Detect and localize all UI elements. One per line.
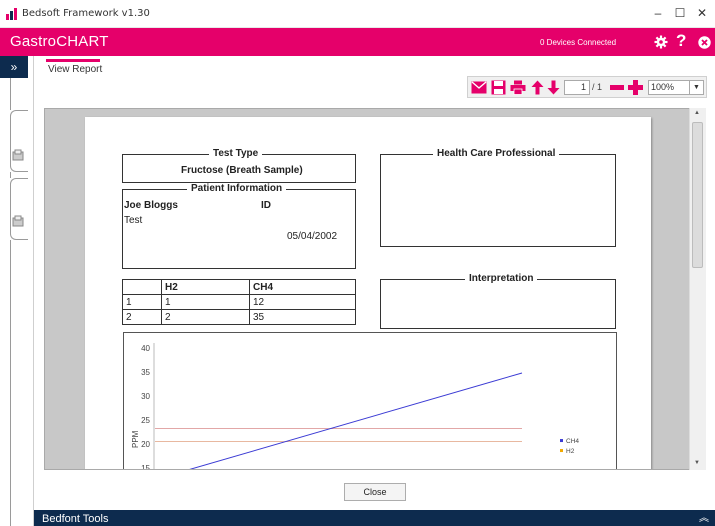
maximize-button[interactable]: ☐ xyxy=(669,4,691,22)
report-viewer[interactable]: Test Type Fructose (Breath Sample) Patie… xyxy=(44,108,706,470)
patient-date: 05/04/2002 xyxy=(287,231,338,242)
arrow-up-icon[interactable] xyxy=(531,80,544,95)
app-logo-icon xyxy=(6,8,17,20)
scroll-up-icon[interactable]: ▲ xyxy=(694,110,700,116)
report-page: Test Type Fructose (Breath Sample) Patie… xyxy=(85,117,651,470)
close-circle-icon[interactable] xyxy=(698,36,711,49)
tab-view-report[interactable]: View Report xyxy=(48,64,102,75)
print-icon[interactable] xyxy=(510,80,526,95)
table-row: 1 1 12 xyxy=(122,294,356,310)
arrow-down-icon[interactable] xyxy=(547,80,560,95)
chart-container: 40 35 30 25 20 15 PPM CH4 H2 xyxy=(123,332,617,470)
table-header-cell xyxy=(122,279,162,295)
health-care-professional-box: Health Care Professional xyxy=(380,148,616,247)
rail-divider xyxy=(10,78,11,110)
rail-tab-1[interactable] xyxy=(10,110,28,172)
table-header-cell: CH4 xyxy=(249,279,356,295)
series-line-ch4 xyxy=(189,372,523,469)
hcp-legend: Health Care Professional xyxy=(433,148,560,159)
patient-extra: Test xyxy=(124,215,143,226)
active-tab-indicator xyxy=(46,59,100,62)
table-cell: 2 xyxy=(161,309,250,325)
zoom-in-icon[interactable] xyxy=(628,80,643,95)
settings-gear-icon[interactable] xyxy=(654,35,668,49)
table-cell: 12 xyxy=(249,294,356,310)
report-icon xyxy=(12,149,24,161)
devices-status: 0 Devices Connected xyxy=(540,38,617,47)
legend-marker xyxy=(560,449,563,453)
results-table: H2 CH4 1 1 12 2 2 35 xyxy=(122,279,356,325)
zoom-out-icon[interactable] xyxy=(610,85,624,90)
chevron-up-icon[interactable]: ︽ xyxy=(699,510,709,526)
chevron-down-icon[interactable]: ▼ xyxy=(689,81,703,94)
y-tick-label: 20 xyxy=(141,440,150,449)
page-number-input[interactable]: 1 xyxy=(564,80,590,95)
vertical-scrollbar[interactable]: ▲ ▼ xyxy=(689,108,706,470)
close-window-button[interactable]: ✕ xyxy=(691,4,713,22)
table-cell: 1 xyxy=(122,294,162,310)
rail-tab-2[interactable] xyxy=(10,178,28,240)
test-type-box: Test Type Fructose (Breath Sample) xyxy=(122,148,356,183)
table-cell: 2 xyxy=(122,309,162,325)
y-tick-label: 15 xyxy=(141,464,150,470)
expand-sidebar-button[interactable]: » xyxy=(0,56,28,78)
app-header: GastroCHART 0 Devices Connected ? xyxy=(0,28,715,56)
window-titlebar: Bedsoft Framework v1.30 – ☐ ✕ xyxy=(0,0,715,28)
y-tick-label: 40 xyxy=(141,344,150,353)
tools-label: Bedfont Tools xyxy=(42,513,109,525)
table-row: 2 2 35 xyxy=(122,309,356,325)
y-tick-label: 30 xyxy=(141,392,150,401)
zoom-select[interactable]: 100% ▼ xyxy=(648,80,704,95)
help-icon[interactable]: ? xyxy=(676,31,686,51)
legend-marker xyxy=(560,439,563,443)
report-toolbar: 1 / 1 100% ▼ xyxy=(467,76,707,98)
interpretation-legend: Interpretation xyxy=(465,273,538,284)
save-icon[interactable] xyxy=(491,80,506,95)
page-total: / 1 xyxy=(592,82,603,92)
left-rail: » xyxy=(0,56,34,526)
patient-info-legend: Patient Information xyxy=(187,183,287,194)
table-cell: 1 xyxy=(161,294,250,310)
test-type-value: Fructose (Breath Sample) xyxy=(181,165,303,176)
report-icon xyxy=(12,215,24,227)
y-axis-label: PPM xyxy=(131,430,140,448)
y-tick-label: 25 xyxy=(141,416,150,425)
test-type-legend: Test Type xyxy=(209,148,263,159)
minimize-button[interactable]: – xyxy=(647,4,669,22)
patient-name: Joe Bloggs xyxy=(124,200,178,211)
bedfont-tools-bar[interactable]: Bedfont Tools ︽ xyxy=(34,510,715,526)
email-icon[interactable] xyxy=(471,81,487,94)
table-header-cell: H2 xyxy=(161,279,250,295)
legend-label: H2 xyxy=(566,448,575,455)
window-title: Bedsoft Framework v1.30 xyxy=(22,8,150,19)
y-tick-label: 35 xyxy=(141,368,150,377)
legend-label: CH4 xyxy=(566,438,579,445)
interpretation-box: Interpretation xyxy=(380,273,616,329)
zoom-value: 100% xyxy=(651,82,675,92)
table-header-row: H2 CH4 xyxy=(122,279,356,295)
scrollbar-thumb[interactable] xyxy=(692,122,703,268)
rail-divider xyxy=(10,172,11,178)
ppm-chart: 40 35 30 25 20 15 PPM CH4 H2 xyxy=(131,343,579,470)
rail-divider xyxy=(10,240,11,526)
patient-info-box: Patient Information Joe Bloggs ID Test 0… xyxy=(122,183,356,269)
app-name: GastroCHART xyxy=(10,33,109,50)
app-window: Bedsoft Framework v1.30 – ☐ ✕ GastroCHAR… xyxy=(0,0,715,526)
scroll-down-icon[interactable]: ▼ xyxy=(694,460,700,466)
id-label: ID xyxy=(261,200,271,211)
close-button[interactable]: Close xyxy=(344,483,406,501)
table-cell: 35 xyxy=(249,309,356,325)
